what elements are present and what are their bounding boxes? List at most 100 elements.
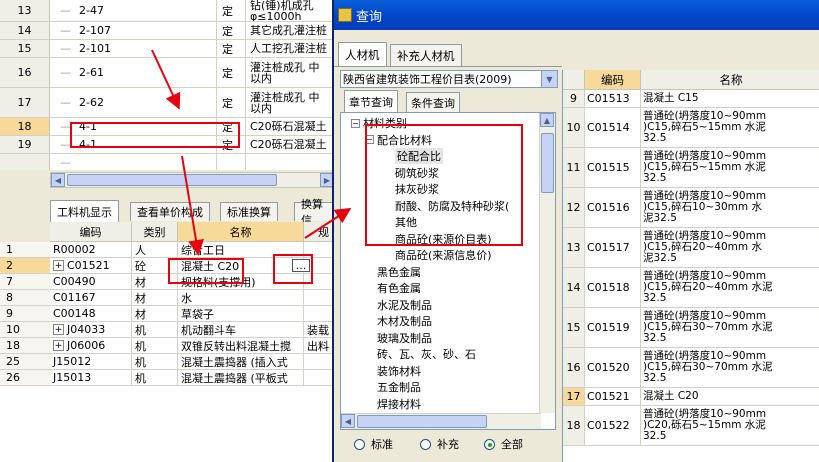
tab-chapter-query[interactable]: 章节查询: [344, 90, 398, 112]
expand-plus-icon[interactable]: +: [53, 324, 64, 335]
scroll-left-icon[interactable]: ◀: [51, 173, 65, 187]
tree-node[interactable]: 玻璃及制品: [377, 330, 432, 346]
tree-vertical-scrollbar[interactable]: ▲: [539, 113, 555, 413]
project-row[interactable]: 19 — 4-1 定 C20砾石混凝土: [0, 136, 334, 154]
tree-node[interactable]: 装饰材料: [377, 363, 421, 379]
mat-row-number-cell: 8: [0, 290, 50, 306]
project-row[interactable]: 14 — 2-107 定其它成孔灌注桩: [0, 22, 334, 40]
radio-option[interactable]: 补充: [420, 436, 459, 452]
material-row[interactable]: + J04033 机机动翻斗车 装载: [50, 322, 332, 338]
header-code[interactable]: 编码: [50, 222, 132, 242]
expand-plus-icon[interactable]: +: [53, 340, 64, 351]
mat-name: 混凝土 C20: [178, 258, 304, 273]
tree-hscroll-thumb[interactable]: [357, 415, 487, 428]
mat-category: 机: [132, 370, 178, 385]
radio-option[interactable]: 标准: [354, 436, 393, 452]
tab-standard-conversion[interactable]: 标准换算: [220, 202, 278, 221]
tree-node[interactable]: 五金制品: [377, 379, 421, 395]
result-row[interactable]: 17 C01521 混凝土 C20: [563, 388, 819, 406]
ellipsis-button[interactable]: ...: [292, 259, 310, 272]
tree-node[interactable]: 水泥及制品: [377, 297, 432, 313]
result-row[interactable]: 15 C01519 普通砼(坍落度10~90mm )C15,碎石30~70mm 水泥…: [563, 308, 819, 348]
scroll-left-icon[interactable]: ◀: [341, 414, 355, 428]
radio-button[interactable]: [484, 438, 495, 450]
tree-node[interactable]: − 配合比材料: [365, 132, 432, 148]
expand-plus-icon[interactable]: +: [53, 260, 64, 271]
tree-node-label: 商品砼(来源价目表): [395, 232, 492, 246]
tree-node[interactable]: 其他: [395, 214, 417, 230]
material-row[interactable]: J15012 机混凝土震捣器 (插入式: [50, 354, 332, 370]
result-row[interactable]: 12 C01516 普通砼(坍落度10~90mm )C15,碎石10~30mm 水 …: [563, 188, 819, 228]
tab-labor-material-machine[interactable]: 人材机: [338, 42, 387, 66]
project-row[interactable]: 13 — 2-47 定灌注桩成孔 冲击钻(锤)机成孔 φ≤1000h ≤20m砂土: [0, 0, 334, 22]
mat-category: 机: [132, 354, 178, 369]
tree-node[interactable]: 砼配合比: [395, 148, 443, 164]
chevron-down-icon[interactable]: ▼: [541, 71, 557, 87]
result-row-number: 17: [563, 388, 585, 405]
header-result-name[interactable]: 名称: [641, 70, 819, 90]
collapse-icon[interactable]: −: [351, 118, 360, 128]
radio-button[interactable]: [354, 438, 365, 450]
horizontal-scrollbar[interactable]: ◀ ▶: [50, 172, 335, 188]
radio-button[interactable]: [420, 438, 431, 450]
project-row[interactable]: 15 — 2-101 定人工挖孔灌注桩: [0, 40, 334, 58]
material-row[interactable]: + J06006 机双锥反转出料混凝土搅 出料: [50, 338, 332, 354]
result-row[interactable]: 14 C01518 普通砼(坍落度10~90mm )C15,碎石20~40mm 水泥…: [563, 268, 819, 308]
header-spec[interactable]: 规: [304, 222, 332, 242]
material-row[interactable]: + C01521 砼混凝土 C20...: [50, 258, 332, 274]
mat-code: C00490: [53, 275, 96, 288]
collapse-icon[interactable]: −: [365, 135, 374, 144]
row-name: 灌注桩成孔 冲击钻(锤)机成孔 φ≤1000h ≤20m砂土: [250, 0, 314, 21]
tree-node[interactable]: 抹灰砂浆: [395, 181, 439, 197]
project-row[interactable]: 17 — 2-62 定灌注桩成孔 中 以内: [0, 88, 334, 118]
row-code: 4-1: [79, 138, 97, 151]
result-code: C01514: [585, 108, 641, 147]
material-row[interactable]: C00490 材规格料(支撑用): [50, 274, 332, 290]
tree-scroll-thumb[interactable]: [541, 133, 554, 193]
tree-node[interactable]: 砖、瓦、灰、砂、石: [377, 346, 476, 362]
header-name[interactable]: 名称: [178, 222, 304, 242]
mat-row-number: 1: [6, 243, 13, 256]
tree-node[interactable]: 焊接材料: [377, 396, 421, 412]
result-row[interactable]: 9 C01513 混凝土 C15: [563, 90, 819, 108]
result-code: C01515: [585, 148, 641, 187]
tree-node[interactable]: 商品砼(来源价目表): [395, 231, 492, 247]
tree-node[interactable]: 耐酸、防腐及特种砂浆(: [395, 198, 509, 214]
tab-supplementary[interactable]: 补充人材机: [390, 44, 462, 66]
tree-horizontal-scrollbar[interactable]: ◀: [341, 413, 541, 429]
header-category[interactable]: 类别: [132, 222, 178, 242]
region-select[interactable]: 陕西省建筑装饰工程价目表(2009) ▼: [340, 70, 558, 88]
tab-unit-price[interactable]: 查看单价构成: [130, 202, 210, 221]
tab-condition-query[interactable]: 条件查询: [406, 92, 460, 112]
mat-row-number: 7: [6, 275, 13, 288]
material-row[interactable]: R00002 人综合工日: [50, 242, 332, 258]
radio-option[interactable]: 全部: [484, 436, 523, 452]
mat-spec: 出料: [304, 338, 332, 353]
result-row[interactable]: 18 C01522 普通砼(坍落度10~90mm )C20,砾石5~15mm 水泥 …: [563, 406, 819, 446]
scroll-thumb[interactable]: [67, 174, 277, 186]
tree-node[interactable]: 砌筑砂浆: [395, 165, 439, 181]
mat-spec: [304, 370, 332, 385]
result-row[interactable]: 11 C01515 普通砼(坍落度10~90mm )C15,碎石5~15mm 水泥 …: [563, 148, 819, 188]
tree-node[interactable]: 有色金属: [377, 280, 421, 296]
project-row[interactable]: 18 — 4-1 定 C20砾石混凝土: [0, 118, 334, 136]
scroll-up-icon[interactable]: ▲: [540, 113, 554, 127]
tree-node[interactable]: 木材及制品: [377, 313, 432, 329]
tab-conversion-info[interactable]: 换算信: [294, 198, 335, 227]
project-row[interactable]: —: [0, 154, 334, 170]
result-row[interactable]: 16 C01520 普通砼(坍落度10~90mm )C15,碎石30~70mm 水泥…: [563, 348, 819, 388]
material-row[interactable]: J15013 机混凝土震捣器 (平板式: [50, 370, 332, 386]
header-result-code[interactable]: 编码: [585, 70, 641, 90]
tree-node[interactable]: 商品砼(来源信息价): [395, 247, 492, 263]
result-row[interactable]: 10 C01514 普通砼(坍落度10~90mm )C15,碎石5~15mm 水泥 …: [563, 108, 819, 148]
material-row[interactable]: C00148 材草袋子: [50, 306, 332, 322]
material-row[interactable]: C01167 材水: [50, 290, 332, 306]
tree-node[interactable]: 黑色金属: [377, 264, 421, 280]
result-row[interactable]: 13 C01517 普通砼(坍落度10~90mm )C15,碎石20~40mm 水 …: [563, 228, 819, 268]
mat-code: J04033: [67, 323, 106, 336]
tab-labor-material[interactable]: 工料机显示: [50, 200, 119, 222]
project-row[interactable]: 16 — 2-61 定灌注桩成孔 中 以内: [0, 58, 334, 88]
row-number: [0, 154, 50, 170]
tree-node[interactable]: − 材料类别: [351, 115, 407, 131]
dialog-title-bar[interactable]: 查询: [334, 0, 819, 30]
